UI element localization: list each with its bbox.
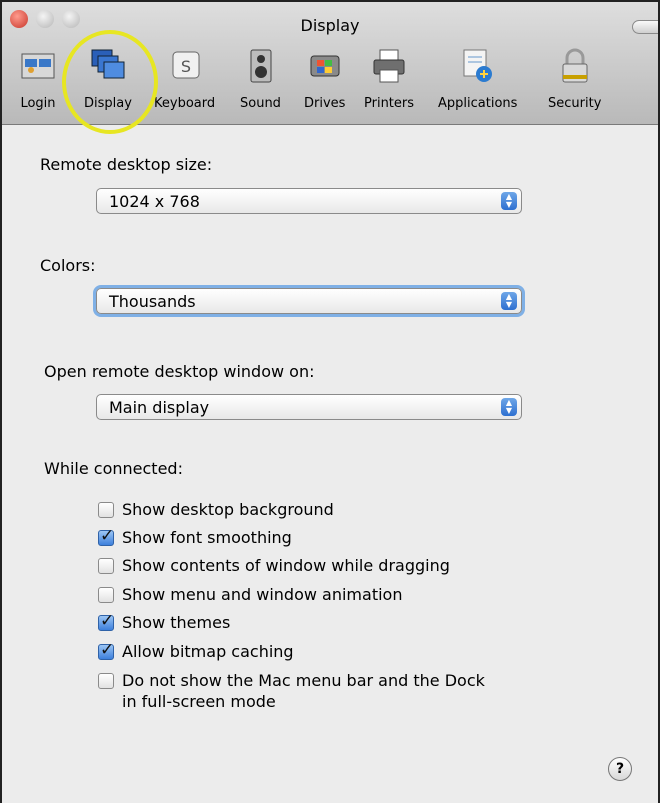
toolbar-item-display[interactable]: Display	[84, 48, 132, 111]
select-arrows-icon: ▲ ▼	[501, 292, 517, 310]
keyboard-icon: S	[167, 48, 203, 84]
checkbox[interactable]	[98, 673, 114, 689]
display-pane: Remote desktop size: 1024 x 768 ▲ ▼ Color…	[2, 125, 658, 803]
remote-size-label: Remote desktop size:	[40, 155, 213, 174]
select-arrows-icon: ▲ ▼	[501, 192, 517, 210]
printers-icon	[371, 48, 407, 84]
checkbox[interactable]	[98, 611, 114, 631]
toolbar-item-security[interactable]: Security	[548, 48, 601, 111]
checkbox[interactable]	[98, 587, 114, 603]
option-bitmap-caching[interactable]: Allow bitmap caching	[98, 640, 294, 662]
option-show-themes[interactable]: Show themes	[98, 611, 230, 633]
option-font-smoothing[interactable]: Show font smoothing	[98, 526, 292, 548]
applications-icon	[460, 48, 496, 84]
open-on-value: Main display	[109, 398, 210, 417]
toolbar-item-applications[interactable]: Applications	[438, 48, 517, 111]
colors-select[interactable]: Thousands ▲ ▼	[96, 288, 522, 314]
help-button[interactable]: ?	[608, 757, 632, 781]
option-hide-menu-bar-dock[interactable]: Do not show the Mac menu bar and the Doc…	[98, 670, 485, 712]
security-icon	[557, 48, 593, 84]
sound-icon	[242, 48, 278, 84]
colors-label: Colors:	[40, 256, 96, 275]
remote-size-select[interactable]: 1024 x 768 ▲ ▼	[96, 188, 522, 214]
open-on-select[interactable]: Main display ▲ ▼	[96, 394, 522, 420]
checkbox[interactable]	[98, 558, 114, 574]
display-icon	[90, 48, 126, 84]
colors-value: Thousands	[109, 292, 196, 311]
preferences-window: Display Login Display S Keyboard Sound D…	[0, 0, 660, 803]
while-connected-label: While connected:	[44, 459, 183, 478]
svg-text:S: S	[180, 57, 190, 76]
checkbox[interactable]	[98, 526, 114, 546]
option-desktop-background[interactable]: Show desktop background	[98, 499, 334, 520]
option-window-contents-dragging[interactable]: Show contents of window while dragging	[98, 555, 450, 576]
select-arrows-icon: ▲ ▼	[501, 398, 517, 416]
toolbar-item-sound[interactable]: Sound	[240, 48, 281, 111]
toolbar-toggle-button[interactable]	[632, 20, 658, 34]
login-icon	[20, 48, 56, 84]
window-title: Display	[300, 16, 360, 35]
option-menu-window-animation[interactable]: Show menu and window animation	[98, 584, 402, 605]
remote-size-value: 1024 x 768	[109, 192, 200, 211]
checkbox[interactable]	[98, 502, 114, 518]
drives-icon	[307, 48, 343, 84]
toolbar-item-drives[interactable]: Drives	[304, 48, 345, 111]
checkbox[interactable]	[98, 640, 114, 660]
toolbar-item-printers[interactable]: Printers	[364, 48, 414, 111]
title-bar: Display Login Display S Keyboard Sound D…	[2, 2, 658, 125]
toolbar-item-keyboard[interactable]: S Keyboard	[154, 48, 215, 111]
toolbar-item-login[interactable]: Login	[20, 48, 56, 111]
open-on-label: Open remote desktop window on:	[44, 362, 315, 381]
